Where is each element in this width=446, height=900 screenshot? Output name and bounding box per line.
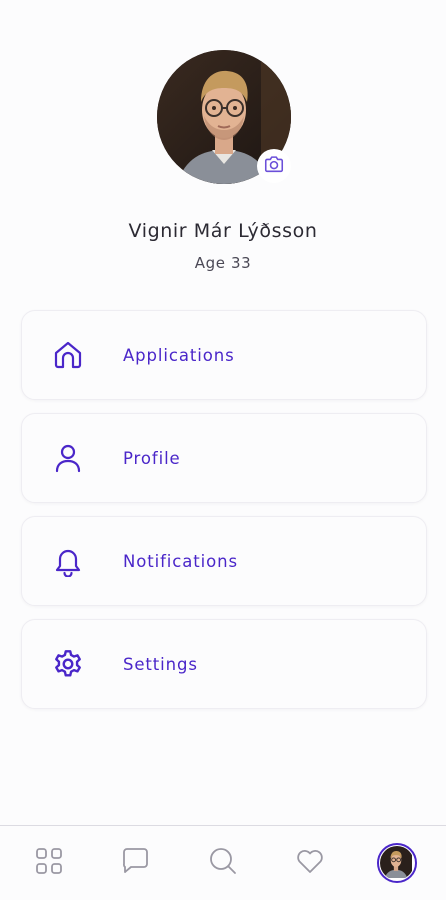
menu-item-settings[interactable]: Settings (21, 619, 427, 709)
nav-profile[interactable] (373, 839, 421, 887)
nav-home-grid[interactable] (25, 839, 73, 887)
user-icon (50, 440, 86, 476)
profile-screen: Vignir Már Lýðsson Age 33 Applications P… (0, 0, 446, 900)
nav-search[interactable] (199, 839, 247, 887)
chat-icon (120, 845, 152, 881)
menu-item-applications[interactable]: Applications (21, 310, 427, 400)
user-name: Vignir Már Lýðsson (128, 220, 318, 242)
camera-icon (263, 153, 285, 179)
menu-label-profile: Profile (123, 448, 181, 468)
avatar-container (157, 50, 291, 184)
nav-favorites[interactable] (286, 839, 334, 887)
nav-messages[interactable] (112, 839, 160, 887)
user-age: Age 33 (194, 254, 252, 272)
grid-icon (34, 846, 64, 880)
gear-icon (50, 646, 86, 682)
menu-item-notifications[interactable]: Notifications (21, 516, 427, 606)
menu-label-notifications: Notifications (123, 551, 238, 571)
profile-avatar (376, 843, 417, 883)
bell-icon (50, 543, 86, 579)
profile-menu: Applications Profile Notifications Setti… (21, 310, 427, 722)
change-photo-button[interactable] (257, 149, 291, 183)
menu-label-applications: Applications (123, 345, 235, 365)
home-icon (50, 337, 86, 373)
bottom-navigation (0, 825, 446, 900)
menu-item-profile[interactable]: Profile (21, 413, 427, 503)
heart-icon (294, 845, 326, 881)
search-icon (207, 845, 239, 881)
menu-label-settings: Settings (123, 654, 198, 674)
